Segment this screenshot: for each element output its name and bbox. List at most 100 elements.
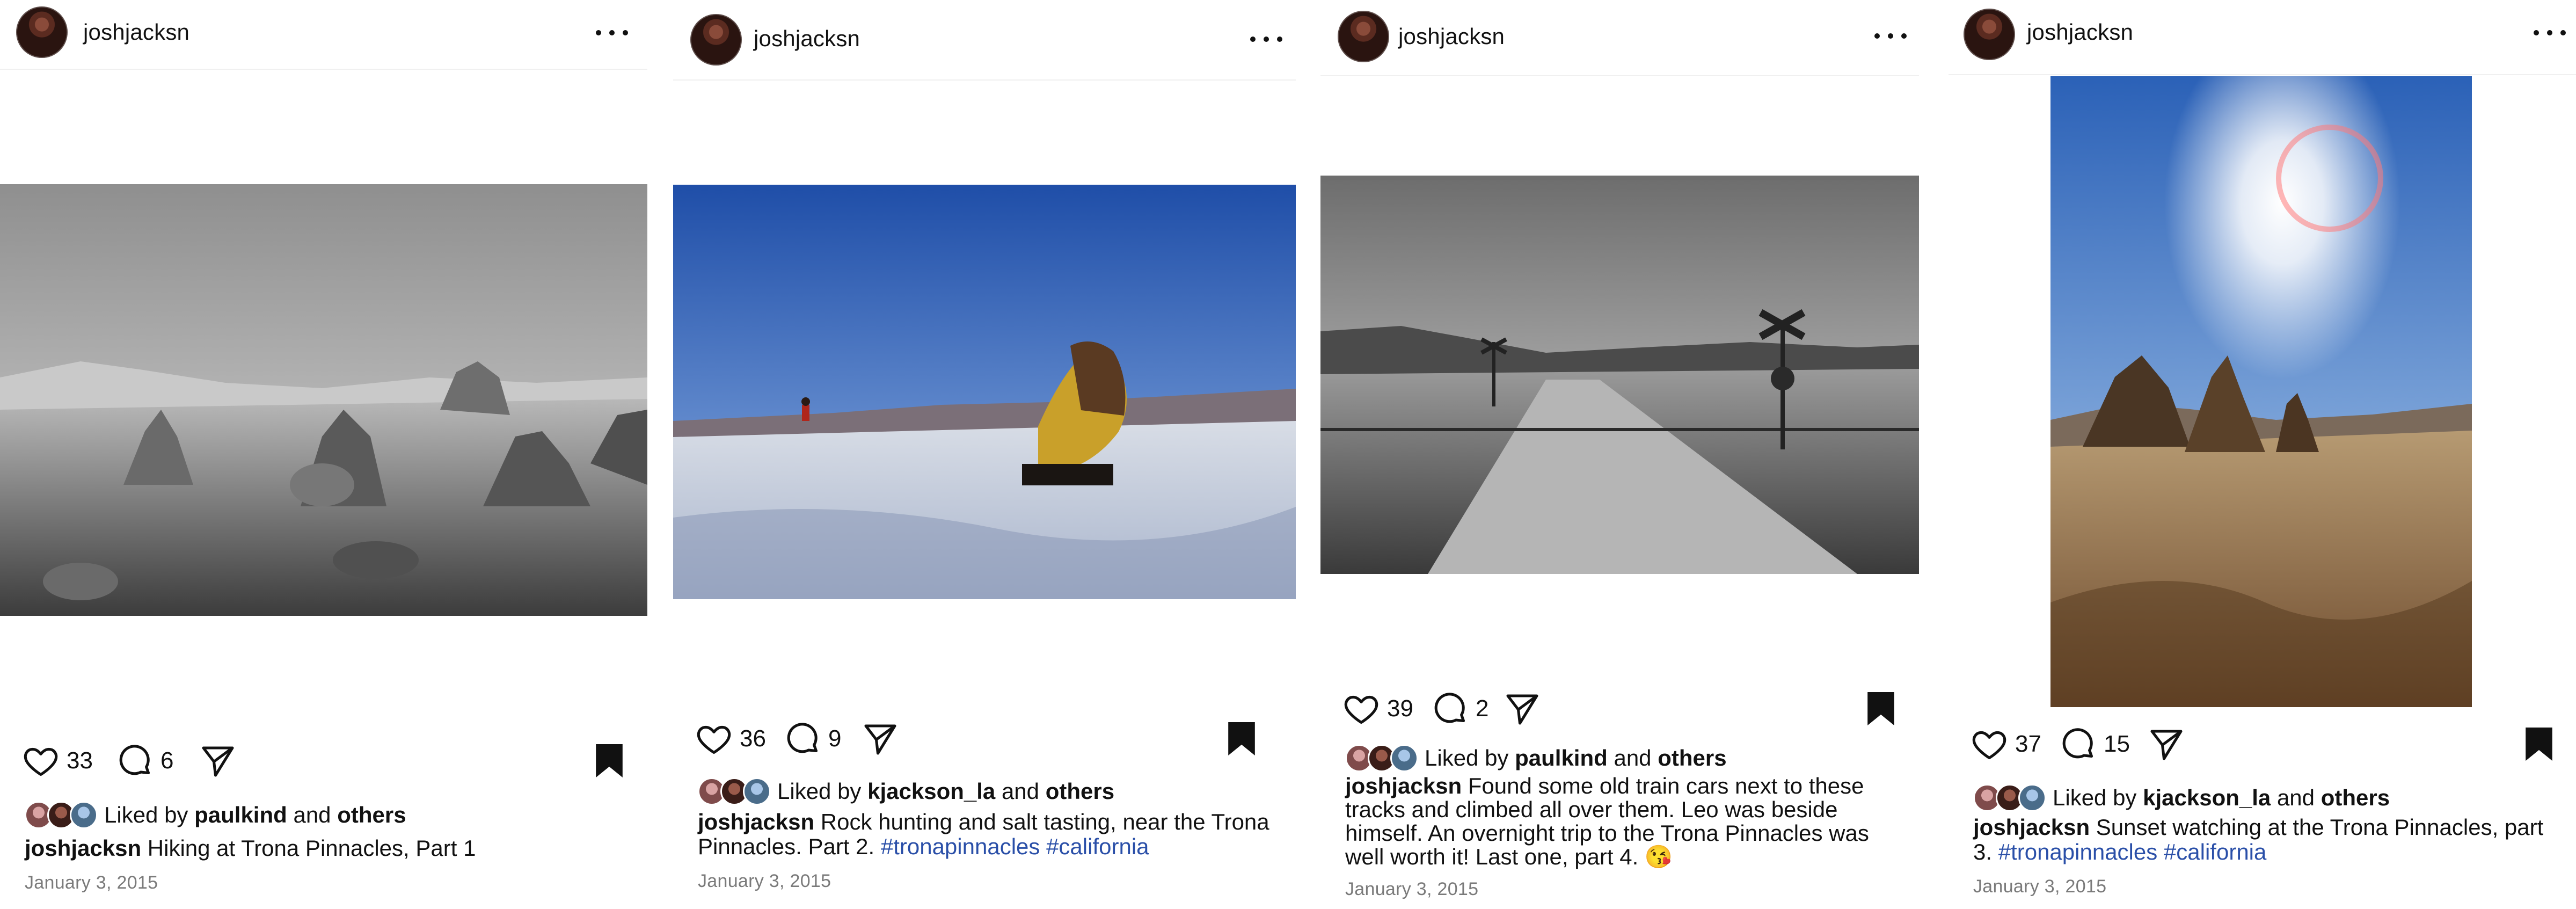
post-photo[interactable] <box>673 185 1296 599</box>
caption-username[interactable]: joshjacksn <box>25 835 141 861</box>
caption-username[interactable]: joshjacksn <box>698 809 814 834</box>
share-button[interactable] <box>1503 687 1542 730</box>
liked-by-user[interactable]: paulkind <box>1515 745 1608 771</box>
post-photo[interactable] <box>2050 76 2472 707</box>
bookmark-filled-icon <box>596 744 623 777</box>
bookmark-filled-icon <box>1867 692 1894 725</box>
hashtag-link[interactable]: #california <box>2164 839 2266 864</box>
comment-bubble-icon <box>787 723 818 753</box>
post-header: joshjacksn <box>1320 0 1919 76</box>
liked-by-and: and <box>1614 745 1652 770</box>
liked-by-avatars[interactable] <box>1973 784 2048 812</box>
liked-by-prefix: Liked by <box>2053 785 2137 810</box>
comment-count: 15 <box>2104 731 2130 757</box>
post-card-4: joshjacksn 37 15 Liked by kjackson_la an… <box>1949 0 2576 909</box>
avatar[interactable] <box>690 14 742 66</box>
heart-outline-icon <box>697 725 731 754</box>
liked-by-user[interactable]: kjackson_la <box>2143 785 2271 811</box>
like-count: 37 <box>2015 731 2041 757</box>
heart-outline-icon <box>24 747 58 776</box>
comment-count: 6 <box>160 747 174 774</box>
heart-outline-icon <box>1344 695 1378 724</box>
share-button[interactable] <box>861 717 900 760</box>
post-caption: joshjacksn Rock hunting and salt tasting… <box>698 810 1274 859</box>
comment-bubble-icon <box>1434 693 1465 723</box>
post-photo[interactable] <box>0 184 647 616</box>
post-photo-image <box>1320 176 1919 574</box>
post-actions: 36 9 <box>695 717 1274 760</box>
comment-button[interactable]: 9 <box>783 717 841 760</box>
post-caption: joshjacksn Found some old train cars nex… <box>1345 774 1898 869</box>
like-button[interactable]: 39 <box>1342 687 1413 730</box>
comment-button[interactable]: 6 <box>115 739 173 782</box>
post-header: joshjacksn <box>1949 0 2576 75</box>
post-card-1: joshjacksn 33 6 Liked by paulkind and ot… <box>0 0 647 909</box>
save-button[interactable] <box>1864 687 1898 730</box>
post-date: January 3, 2015 <box>698 871 831 891</box>
post-actions: 39 2 <box>1342 687 1898 730</box>
post-card-2: joshjacksn 36 9 Liked by kjackson_la and… <box>673 0 1296 909</box>
hashtag-link[interactable]: #tronapinnacles <box>881 834 1040 859</box>
like-count: 39 <box>1387 695 1413 722</box>
post-caption: joshjacksn Sunset watching at the Trona … <box>1973 815 2555 864</box>
liked-by-row: Liked by paulkind and others <box>25 799 626 831</box>
more-horizontal-icon[interactable] <box>1250 31 1282 47</box>
feed-strip: joshjacksn 33 6 Liked by paulkind and ot… <box>0 0 2576 909</box>
like-count: 36 <box>740 725 766 752</box>
like-button[interactable]: 36 <box>695 717 766 760</box>
save-button[interactable] <box>2522 723 2556 766</box>
post-card-3: joshjacksn 39 2 Liked by paulkind and ot… <box>1320 0 1919 909</box>
comment-button[interactable]: 15 <box>2059 723 2130 766</box>
comment-bubble-icon <box>119 745 150 775</box>
liked-by-and: and <box>1001 779 1040 804</box>
post-username[interactable]: joshjacksn <box>83 19 189 45</box>
hashtag-link[interactable]: #california <box>1046 834 1149 859</box>
like-button[interactable]: 37 <box>1970 723 2041 766</box>
post-photo-image <box>2050 76 2472 707</box>
post-date: January 3, 2015 <box>1973 876 2107 897</box>
paper-plane-icon <box>864 724 896 755</box>
avatar[interactable] <box>1338 11 1389 62</box>
liked-by-user[interactable]: paulkind <box>194 802 287 828</box>
liked-by-user[interactable]: kjackson_la <box>867 779 995 804</box>
liked-by-row: Liked by kjackson_la and others <box>698 775 1274 808</box>
post-username[interactable]: joshjacksn <box>1398 24 1505 49</box>
avatar[interactable] <box>1964 9 2015 60</box>
paper-plane-icon <box>2150 730 2183 760</box>
liked-by-others[interactable]: others <box>1658 745 1726 771</box>
more-horizontal-icon[interactable] <box>2534 25 2566 41</box>
hashtag-link[interactable]: #tronapinnacles <box>1998 839 2158 864</box>
post-username[interactable]: joshjacksn <box>2027 19 2133 45</box>
liked-by-others[interactable]: others <box>2321 785 2390 811</box>
liked-by-others[interactable]: others <box>1046 779 1114 804</box>
liked-by-others[interactable]: others <box>337 802 406 828</box>
more-horizontal-icon[interactable] <box>1874 28 1907 44</box>
comment-count: 9 <box>828 725 842 752</box>
post-actions: 37 15 <box>1970 723 2555 766</box>
liked-by-avatars[interactable] <box>25 801 100 829</box>
paper-plane-icon <box>202 746 234 777</box>
post-username[interactable]: joshjacksn <box>754 26 860 52</box>
liked-by-prefix: Liked by <box>777 779 862 804</box>
post-photo[interactable] <box>1320 176 1919 574</box>
like-count: 33 <box>67 747 93 774</box>
liked-by-row: Liked by kjackson_la and others <box>1973 782 2555 814</box>
liked-by-avatars[interactable] <box>698 777 773 805</box>
paper-plane-icon <box>1506 694 1538 725</box>
post-date: January 3, 2015 <box>1345 879 1479 899</box>
bookmark-filled-icon <box>1228 722 1255 755</box>
caption-username[interactable]: joshjacksn <box>1345 773 1462 798</box>
more-horizontal-icon[interactable] <box>596 25 628 41</box>
like-button[interactable]: 33 <box>21 739 93 782</box>
save-button[interactable] <box>593 739 626 782</box>
share-button[interactable] <box>2147 723 2186 766</box>
liked-by-avatars[interactable] <box>1345 744 1420 772</box>
caption-username[interactable]: joshjacksn <box>1973 815 2090 840</box>
post-caption: joshjacksn Hiking at Trona Pinnacles, Pa… <box>25 836 626 861</box>
liked-by-and: and <box>2276 785 2315 810</box>
avatar[interactable] <box>16 6 68 58</box>
save-button[interactable] <box>1225 717 1258 760</box>
post-header: joshjacksn <box>0 0 647 70</box>
share-button[interactable] <box>199 739 237 782</box>
comment-button[interactable]: 2 <box>1431 687 1488 730</box>
